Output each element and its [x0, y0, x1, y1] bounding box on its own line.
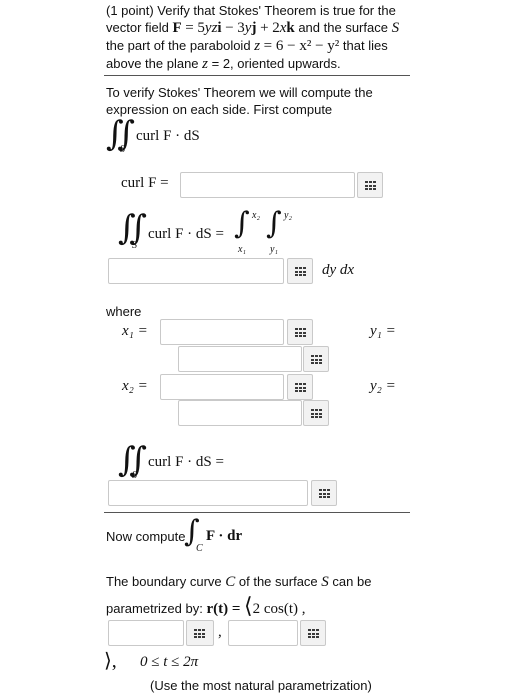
problem-line-3: the part of the paraboloid z = 6 − x² − …	[106, 38, 388, 54]
double-integral-keyboard-button[interactable]	[287, 258, 313, 284]
problem-line-4: above the plane z = 2, oriented upwards.	[106, 56, 341, 72]
curlF-input[interactable]	[180, 172, 355, 198]
keypad-icon	[308, 629, 319, 638]
keypad-icon	[295, 328, 306, 337]
keypad-icon	[319, 489, 330, 498]
r-y-component-input[interactable]	[108, 620, 184, 646]
curlF-label: curl F =	[121, 175, 169, 191]
iterated-integral-expression: ∬ S curl F · dS = ∫ x₂ x₁ ∫ y₂ y₁	[118, 206, 292, 255]
dydx-label: dy dx	[322, 262, 355, 278]
integral-sign: ∫	[234, 206, 250, 241]
x1-keyboard-button[interactable]	[287, 319, 313, 345]
curlF-keyboard-button[interactable]	[357, 172, 383, 198]
x1-label: x₁ =	[122, 323, 148, 339]
section1-intro: To verify Stokes' Theorem we will comput…	[106, 85, 373, 117]
boundary-text: The boundary curve C of the surface S ca…	[106, 574, 372, 590]
right-angle-bracket: ⟩,	[104, 650, 117, 672]
keypad-icon	[295, 383, 306, 392]
keypad-icon	[295, 267, 306, 276]
r-z-keyboard-button[interactable]	[300, 620, 326, 646]
y1-input[interactable]	[178, 346, 302, 372]
where-label: where	[106, 304, 142, 319]
double-integral-heading: ∬ S curl F · dS	[106, 114, 200, 155]
keypad-icon	[194, 629, 205, 638]
surface-integral-result: ∬ S curl F · dS =	[118, 440, 224, 481]
x2-keyboard-button[interactable]	[287, 374, 313, 400]
keypad-icon	[365, 181, 376, 190]
double-integral-input[interactable]	[108, 258, 284, 284]
line-integral-expression: ∫ C F · dr	[184, 514, 243, 554]
problem-line-2: vector field F = 5yzi − 3yj + 2xk and th…	[106, 20, 400, 36]
y2-input[interactable]	[178, 400, 302, 426]
integral-sign: ∫	[266, 206, 282, 241]
divider	[104, 512, 410, 513]
surface-integral-input[interactable]	[108, 480, 308, 506]
parametrization-note: (Use the most natural parametrization)	[150, 678, 372, 693]
y1-label: y₁ =	[370, 323, 396, 339]
left-angle-bracket: ⟨	[244, 593, 253, 618]
x1-input[interactable]	[160, 319, 284, 345]
r-y-keyboard-button[interactable]	[186, 620, 214, 646]
divider	[104, 75, 410, 76]
r-z-component-input[interactable]	[228, 620, 298, 646]
keypad-icon	[311, 409, 322, 418]
problem-line-1: (1 point) Verify that Stokes' Theorem is…	[106, 3, 396, 18]
y2-keyboard-button[interactable]	[303, 400, 329, 426]
t-range: 0 ≤ t ≤ 2π	[140, 654, 199, 670]
x2-label: x₂ =	[122, 378, 148, 394]
surface-integral-keyboard-button[interactable]	[311, 480, 337, 506]
x2-input[interactable]	[160, 374, 284, 400]
problem-statement: (1 point) Verify that Stokes' Theorem is…	[106, 2, 416, 73]
y1-keyboard-button[interactable]	[303, 346, 329, 372]
parametrization-text: parametrized by: r(t) = ⟨2 cos(t) ,	[106, 593, 306, 618]
component-comma: ,	[218, 624, 222, 640]
now-compute-label: Now compute	[106, 529, 186, 544]
keypad-icon	[311, 355, 322, 364]
y2-label: y₂ =	[370, 378, 396, 394]
